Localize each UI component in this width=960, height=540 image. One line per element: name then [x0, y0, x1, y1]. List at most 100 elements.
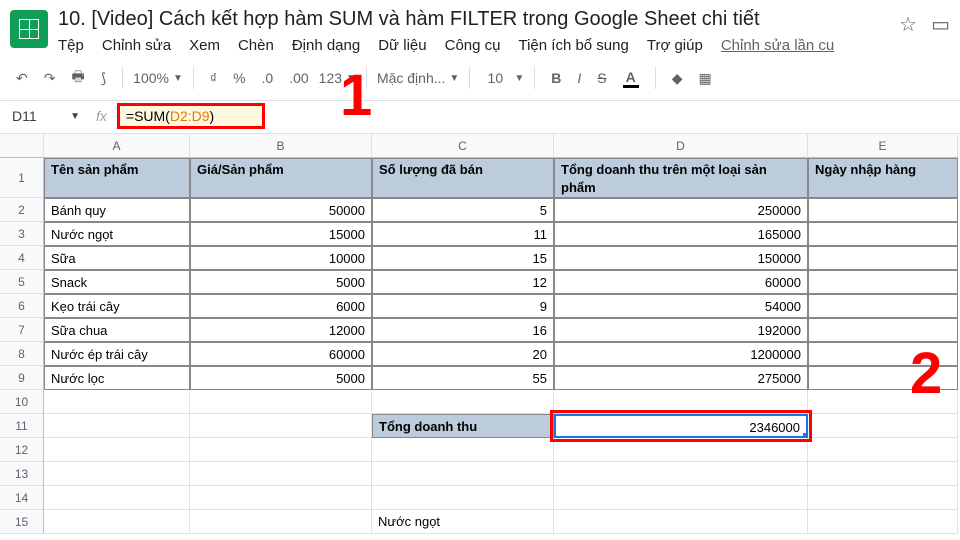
cell[interactable]: 275000 — [554, 366, 808, 390]
row-header[interactable]: 1 — [0, 158, 44, 198]
print-button[interactable]: 🖶 — [65, 62, 90, 94]
undo-button[interactable]: ↶ — [10, 66, 34, 91]
cell[interactable]: 54000 — [554, 294, 808, 318]
col-header-D[interactable]: D — [554, 134, 808, 158]
cell[interactable] — [190, 462, 372, 486]
decrease-decimal-button[interactable]: .0 — [256, 66, 280, 90]
present-icon[interactable]: ▭ — [931, 12, 950, 37]
cell[interactable]: 250000 — [554, 198, 808, 222]
cell[interactable] — [372, 390, 554, 414]
row-header[interactable]: 8 — [0, 342, 44, 366]
cell[interactable] — [808, 486, 958, 510]
cell[interactable] — [554, 390, 808, 414]
cell[interactable]: 5000 — [190, 366, 372, 390]
menu-help[interactable]: Trợ giúp — [647, 37, 703, 54]
row-header[interactable]: 5 — [0, 270, 44, 294]
star-icon[interactable]: ☆ — [899, 12, 917, 37]
cell[interactable]: 9 — [372, 294, 554, 318]
row-header[interactable]: 13 — [0, 462, 44, 486]
formula-bar[interactable]: =SUM(D2:D9) — [117, 103, 265, 129]
cell[interactable] — [554, 510, 808, 534]
cell[interactable]: 5 — [372, 198, 554, 222]
cell[interactable] — [44, 510, 190, 534]
select-all-corner[interactable] — [0, 134, 44, 158]
cell[interactable] — [190, 414, 372, 438]
cell[interactable] — [808, 414, 958, 438]
row-header[interactable]: 7 — [0, 318, 44, 342]
namebox[interactable]: D11▼ — [6, 106, 86, 126]
doc-title[interactable]: 10. [Video] Cách kết hợp hàm SUM và hàm … — [58, 6, 899, 35]
row-header[interactable]: 15 — [0, 510, 44, 534]
menu-format[interactable]: Định dạng — [292, 37, 360, 54]
cell[interactable]: Nước ngọt — [372, 510, 554, 534]
row-header[interactable]: 11 — [0, 414, 44, 438]
cell[interactable]: Snack — [44, 270, 190, 294]
col-header-B[interactable]: B — [190, 134, 372, 158]
cell[interactable] — [808, 246, 958, 270]
menu-data[interactable]: Dữ liệu — [378, 37, 426, 54]
italic-button[interactable]: I — [571, 66, 587, 90]
cell[interactable] — [554, 486, 808, 510]
col-header-E[interactable]: E — [808, 134, 958, 158]
cell[interactable] — [808, 222, 958, 246]
col-header-A[interactable]: A — [44, 134, 190, 158]
cell[interactable]: Giá/Sản phẩm — [190, 158, 372, 198]
cell[interactable]: 5000 — [190, 270, 372, 294]
cell[interactable] — [808, 510, 958, 534]
redo-button[interactable]: ↷ — [38, 66, 62, 91]
cell[interactable]: 11 — [372, 222, 554, 246]
row-header[interactable]: 12 — [0, 438, 44, 462]
sheets-logo[interactable] — [10, 10, 48, 48]
cell[interactable]: Bánh quy — [44, 198, 190, 222]
cell[interactable]: 20 — [372, 342, 554, 366]
cell[interactable]: 192000 — [554, 318, 808, 342]
cell[interactable]: 15000 — [190, 222, 372, 246]
cell[interactable] — [372, 462, 554, 486]
row-header[interactable]: 3 — [0, 222, 44, 246]
zoom-dropdown[interactable]: 100%▼ — [133, 70, 183, 86]
cell[interactable]: 15 — [372, 246, 554, 270]
menu-insert[interactable]: Chèn — [238, 37, 274, 54]
cell[interactable]: Tổng doanh thu trên một loại sản phẩm — [554, 158, 808, 198]
strike-button[interactable]: S — [591, 66, 612, 90]
cell[interactable] — [44, 438, 190, 462]
selected-cell[interactable]: 2346000 — [554, 414, 808, 438]
cell[interactable] — [372, 486, 554, 510]
cell[interactable] — [44, 462, 190, 486]
cell[interactable] — [190, 510, 372, 534]
cell[interactable]: Tên sản phẩm — [44, 158, 190, 198]
row-header[interactable]: 2 — [0, 198, 44, 222]
cell[interactable] — [808, 270, 958, 294]
cell[interactable]: 10000 — [190, 246, 372, 270]
bold-button[interactable]: B — [545, 66, 567, 90]
cell[interactable]: 1200000 — [554, 342, 808, 366]
percent-button[interactable]: % — [227, 66, 251, 90]
cell[interactable]: 60000 — [190, 342, 372, 366]
cell[interactable] — [554, 462, 808, 486]
cell[interactable] — [372, 438, 554, 462]
fontsize-dropdown[interactable]: 10▼ — [480, 70, 524, 86]
menu-addons[interactable]: Tiện ích bổ sung — [518, 37, 628, 54]
row-header[interactable]: 4 — [0, 246, 44, 270]
cell[interactable]: 12 — [372, 270, 554, 294]
cell[interactable] — [808, 462, 958, 486]
row-header[interactable]: 14 — [0, 486, 44, 510]
cell[interactable]: Kẹo trái cây — [44, 294, 190, 318]
cell[interactable] — [190, 390, 372, 414]
borders-button[interactable]: ▦ — [693, 66, 718, 91]
cell[interactable] — [44, 390, 190, 414]
cell[interactable]: Sữa — [44, 246, 190, 270]
currency-button[interactable]: ₫ — [204, 66, 223, 90]
menu-file[interactable]: Tệp — [58, 37, 84, 54]
menu-view[interactable]: Xem — [189, 37, 220, 54]
increase-decimal-button[interactable]: .00 — [283, 66, 314, 90]
cell[interactable] — [554, 438, 808, 462]
cell[interactable]: Nước ép trái cây — [44, 342, 190, 366]
fill-color-button[interactable]: ◆ — [666, 66, 689, 91]
cell[interactable]: 16 — [372, 318, 554, 342]
text-color-button[interactable]: A — [617, 65, 645, 92]
cell[interactable]: 165000 — [554, 222, 808, 246]
cell[interactable]: Ngày nhập hàng — [808, 158, 958, 198]
cell[interactable]: 150000 — [554, 246, 808, 270]
cell[interactable]: 6000 — [190, 294, 372, 318]
